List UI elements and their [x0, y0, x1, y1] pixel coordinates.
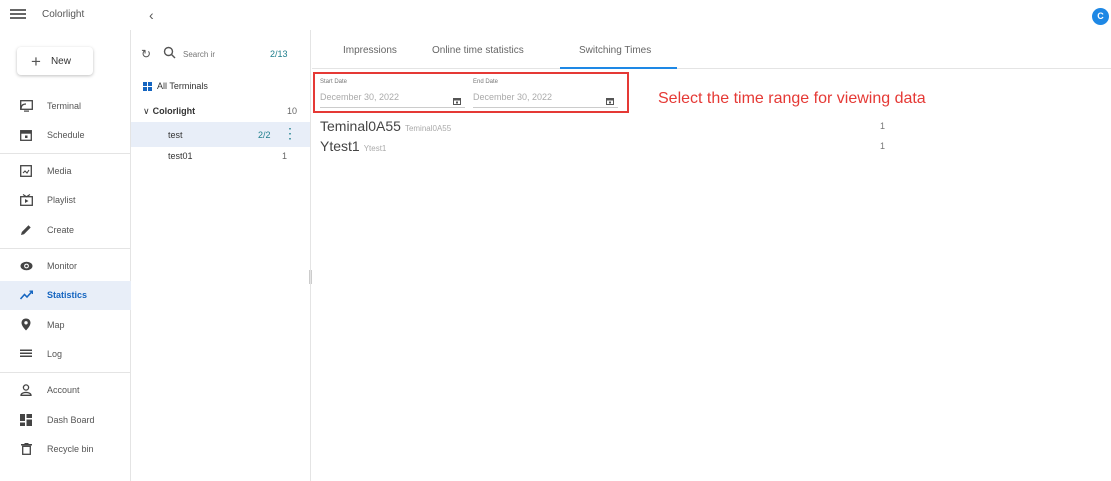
sidebar-divider	[0, 371, 131, 373]
hamburger-menu-icon[interactable]	[10, 7, 26, 23]
result-count: 1	[880, 141, 886, 151]
date-range-highlight: Start Date December 30, 2022 End Date De…	[313, 72, 629, 113]
stats-tabs: Impressions Online time statistics Switc…	[312, 30, 1111, 69]
sidebar-item-label: Dash Board	[47, 414, 95, 425]
sidebar-item-playlist[interactable]: Playlist	[0, 186, 131, 215]
sidebar-item-dash-board[interactable]: Dash Board	[0, 405, 131, 434]
sidebar-item-label: Media	[47, 166, 72, 177]
account-icon	[19, 383, 33, 397]
all-terminals-label: All Terminals	[157, 81, 208, 91]
sidebar-item-account[interactable]: Account	[0, 376, 131, 405]
media-icon	[19, 164, 33, 178]
terminal-group-colorlight[interactable]: ∨ Colorlight 10	[143, 103, 311, 119]
result-sub: Ytest1	[363, 144, 387, 153]
statistics-icon	[19, 288, 33, 302]
sidebar-item-terminal[interactable]: Terminal	[0, 91, 131, 120]
end-date-underline	[473, 107, 618, 108]
result-name: Teminal0A55	[320, 118, 401, 134]
sidebar-item-label: Terminal	[47, 100, 82, 111]
sidebar-item-label: Map	[47, 319, 65, 330]
log-icon	[19, 347, 33, 361]
search-icon[interactable]	[163, 46, 176, 64]
sidebar-item-statistics[interactable]: Statistics	[0, 280, 131, 310]
more-vert-icon[interactable]: ⋮	[283, 126, 297, 140]
terminal-icon	[19, 99, 33, 113]
sidebar-item-log[interactable]: Log	[0, 339, 131, 368]
result-name-wrap: Teminal0A55 Teminal0A55	[320, 118, 451, 134]
end-date-value: December 30, 2022	[473, 92, 553, 102]
start-date-field[interactable]: Start Date December 30, 2022	[317, 77, 465, 109]
app-title: Colorlight	[42, 9, 85, 20]
result-row: Ytest1 Ytest1 1	[320, 138, 900, 156]
result-row: Teminal0A55 Teminal0A55 1	[320, 118, 900, 136]
new-button[interactable]: + New	[17, 47, 93, 75]
sidebar-item-label: Schedule	[47, 129, 85, 140]
refresh-icon[interactable]: ↻	[141, 47, 151, 61]
tab-impressions[interactable]: Impressions	[343, 45, 397, 56]
sidebar-divider	[0, 247, 131, 249]
tab-switching-times[interactable]: Switching Times	[579, 45, 651, 56]
sidebar-item-media[interactable]: Media	[0, 157, 131, 186]
all-terminals-item[interactable]: All Terminals	[143, 81, 208, 91]
map-icon	[19, 318, 33, 332]
start-date-underline	[320, 107, 465, 108]
sidebar-item-label: Playlist	[47, 195, 76, 206]
terminal-count: 2/13	[270, 49, 288, 59]
result-count: 1	[880, 121, 886, 131]
grid-icon	[143, 81, 152, 91]
sidebar-item-map[interactable]: Map	[0, 310, 131, 339]
result-name: Ytest1	[320, 138, 360, 154]
playlist-icon	[19, 193, 33, 207]
sidebar-item-label: Monitor	[47, 261, 78, 271]
result-name-wrap: Ytest1 Ytest1	[320, 138, 386, 154]
start-date-value: December 30, 2022	[320, 92, 400, 102]
terminal-search-input[interactable]	[183, 46, 231, 62]
sidebar-item-recycle-bin[interactable]: Recycle bin	[0, 434, 131, 463]
dashboard-icon	[19, 413, 33, 427]
terminal-count-badge: 2/2	[258, 130, 271, 140]
create-icon	[19, 223, 33, 237]
main-content: Impressions Online time statistics Switc…	[312, 30, 1111, 481]
start-date-label: Start Date	[320, 79, 348, 85]
monitor-icon	[19, 259, 33, 273]
sidebar: + New Terminal Schedule Media Playlist Creat…	[0, 30, 131, 481]
plus-icon: +	[31, 51, 41, 71]
sidebar-item-monitor[interactable]: Monitor	[0, 252, 131, 281]
new-button-label: New	[50, 55, 71, 67]
group-name: Colorlight	[152, 106, 196, 116]
sidebar-item-label: Log	[47, 348, 63, 359]
collapse-chevron-left-icon[interactable]: ‹	[149, 7, 154, 23]
sidebar-item-create[interactable]: Create	[0, 215, 131, 244]
end-date-label: End Date	[473, 79, 499, 85]
terminal-name: test	[168, 130, 183, 140]
tab-online-time-statistics[interactable]: Online time statistics	[432, 45, 524, 56]
schedule-icon	[19, 128, 33, 142]
group-count: 10	[287, 106, 298, 116]
result-sub: Teminal0A55	[404, 124, 452, 133]
end-date-field[interactable]: End Date December 30, 2022	[470, 77, 618, 109]
annotation-text: Select the time range for viewing data	[658, 90, 926, 107]
app-root: Colorlight ‹ C + New Terminal Schedule Med…	[0, 0, 1111, 481]
chevron-down-icon: ∨	[143, 105, 150, 116]
terminal-name: test01	[168, 151, 193, 161]
terminal-count-badge: 1	[282, 151, 288, 161]
recycle-bin-icon	[19, 442, 33, 456]
terminal-item-test01[interactable]: test01 1	[131, 147, 310, 172]
terminal-panel: ↻ 2/13 All Terminals ∨ Colorlight 10 tes…	[131, 30, 311, 481]
terminal-item-test[interactable]: test 2/2 ⋮	[131, 122, 310, 147]
sidebar-item-label: Statistics	[47, 290, 88, 301]
top-bar: Colorlight ‹ C	[0, 0, 1111, 30]
user-avatar[interactable]: C	[1092, 8, 1109, 25]
sidebar-item-label: Account	[47, 385, 80, 396]
sidebar-item-label: Create	[47, 224, 75, 235]
sidebar-item-schedule[interactable]: Schedule	[0, 120, 131, 149]
sidebar-divider	[0, 152, 131, 154]
active-tab-indicator	[560, 67, 677, 69]
sidebar-item-label: Recycle bin	[47, 443, 94, 454]
